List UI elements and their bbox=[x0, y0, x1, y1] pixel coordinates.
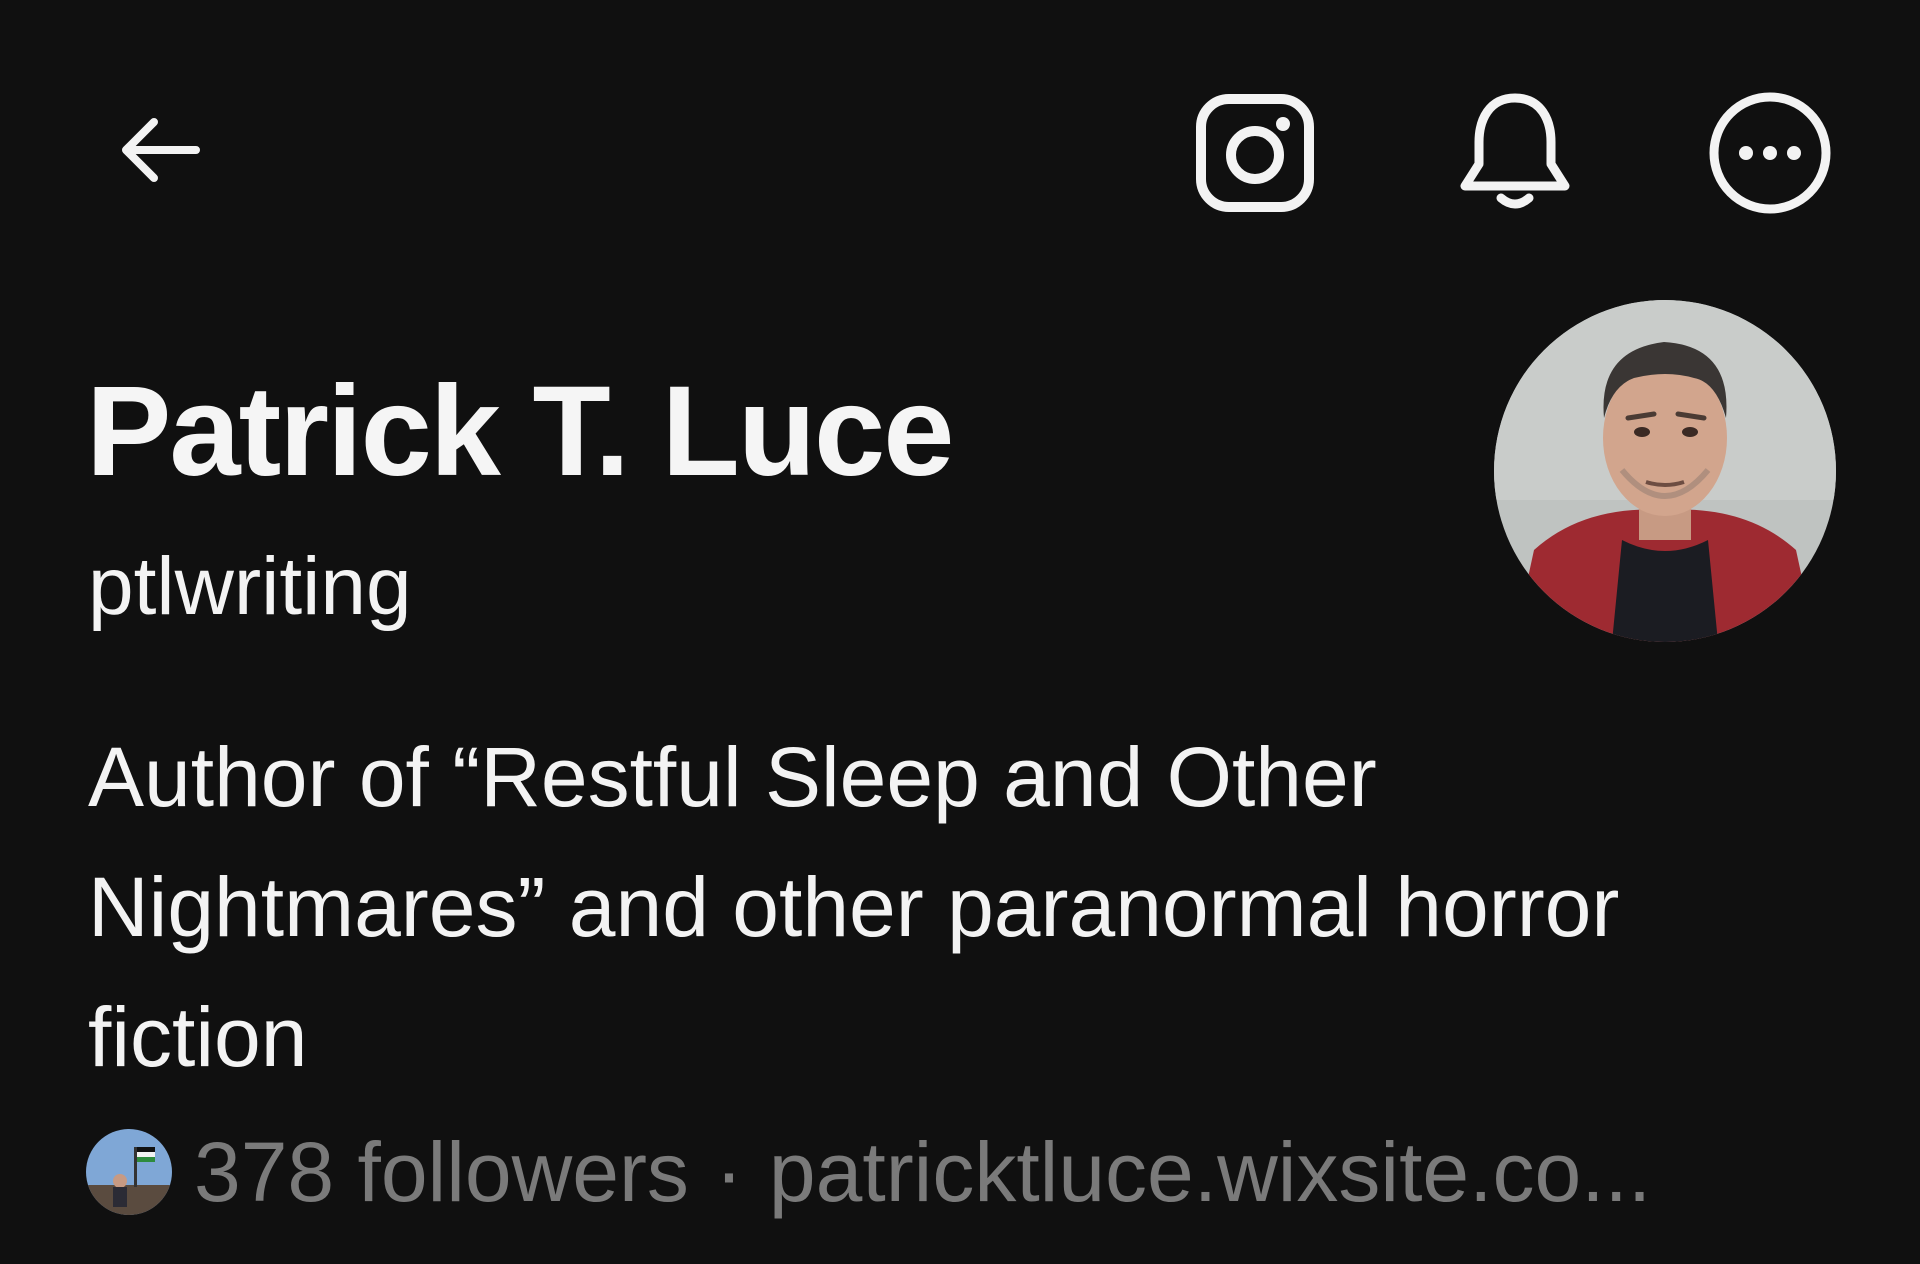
profile-avatar[interactable] bbox=[1494, 300, 1836, 642]
back-button[interactable] bbox=[100, 90, 220, 210]
instagram-button[interactable] bbox=[1190, 88, 1320, 218]
profile-screen: Patrick T. Luce ptlwriting Author of “Re… bbox=[0, 0, 1920, 1264]
follower-avatar-image bbox=[86, 1129, 172, 1215]
instagram-icon bbox=[1196, 94, 1314, 212]
follower-avatar[interactable] bbox=[86, 1129, 172, 1215]
followers-count-link[interactable]: 378 followers bbox=[194, 1124, 689, 1221]
more-options-button[interactable] bbox=[1705, 88, 1835, 218]
more-horizontal-icon bbox=[1709, 92, 1831, 214]
profile-display-name: Patrick T. Luce bbox=[86, 360, 954, 503]
profile-meta-row: 378 followers · patricktluce.wixsite.co.… bbox=[86, 1122, 1651, 1222]
notifications-button[interactable] bbox=[1450, 88, 1580, 218]
profile-handle: ptlwriting bbox=[88, 541, 412, 632]
avatar-portrait-image bbox=[1494, 300, 1836, 642]
arrow-left-icon bbox=[122, 118, 200, 182]
website-link[interactable]: patricktluce.wixsite.co... bbox=[769, 1124, 1651, 1221]
profile-bio: Author of “Restful Sleep and Other Night… bbox=[88, 730, 1620, 1084]
bell-icon bbox=[1460, 93, 1570, 209]
meta-separator: · bbox=[714, 1124, 743, 1219]
